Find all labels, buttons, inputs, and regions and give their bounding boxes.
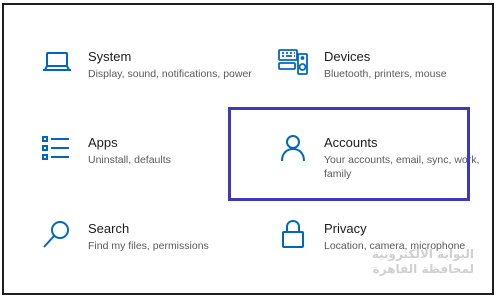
watermark: البوابة الالكترونية لمحافظة القاهرة <box>372 247 474 277</box>
tile-description: Find my files, permissions <box>88 240 209 252</box>
magnifier-icon <box>40 217 74 251</box>
tile-description: Bluetooth, printers, mouse <box>324 68 447 80</box>
apps-list-icon <box>40 131 74 165</box>
lock-icon <box>276 217 310 251</box>
keyboard-speaker-icon <box>276 45 310 79</box>
accounts-highlight-box <box>228 107 470 201</box>
laptop-icon <box>40 45 74 79</box>
tile-description: Display, sound, notifications, power <box>88 68 252 80</box>
tile-title: Devices <box>324 49 371 64</box>
settings-tile-system[interactable]: System Display, sound, notifications, po… <box>40 45 258 115</box>
settings-tile-apps[interactable]: Apps Uninstall, defaults <box>40 131 258 201</box>
settings-panel: System Display, sound, notifications, po… <box>2 3 494 295</box>
tile-title: System <box>88 49 132 64</box>
tile-title: Privacy <box>324 221 367 236</box>
settings-tile-search[interactable]: Search Find my files, permissions <box>40 217 258 287</box>
settings-tile-devices[interactable]: Devices Bluetooth, printers, mouse <box>276 45 494 115</box>
tile-title: Search <box>88 221 130 236</box>
watermark-line: لمحافظة القاهرة <box>372 262 474 276</box>
tile-title: Apps <box>88 135 118 150</box>
watermark-line: البوابة الالكترونية <box>371 247 474 261</box>
